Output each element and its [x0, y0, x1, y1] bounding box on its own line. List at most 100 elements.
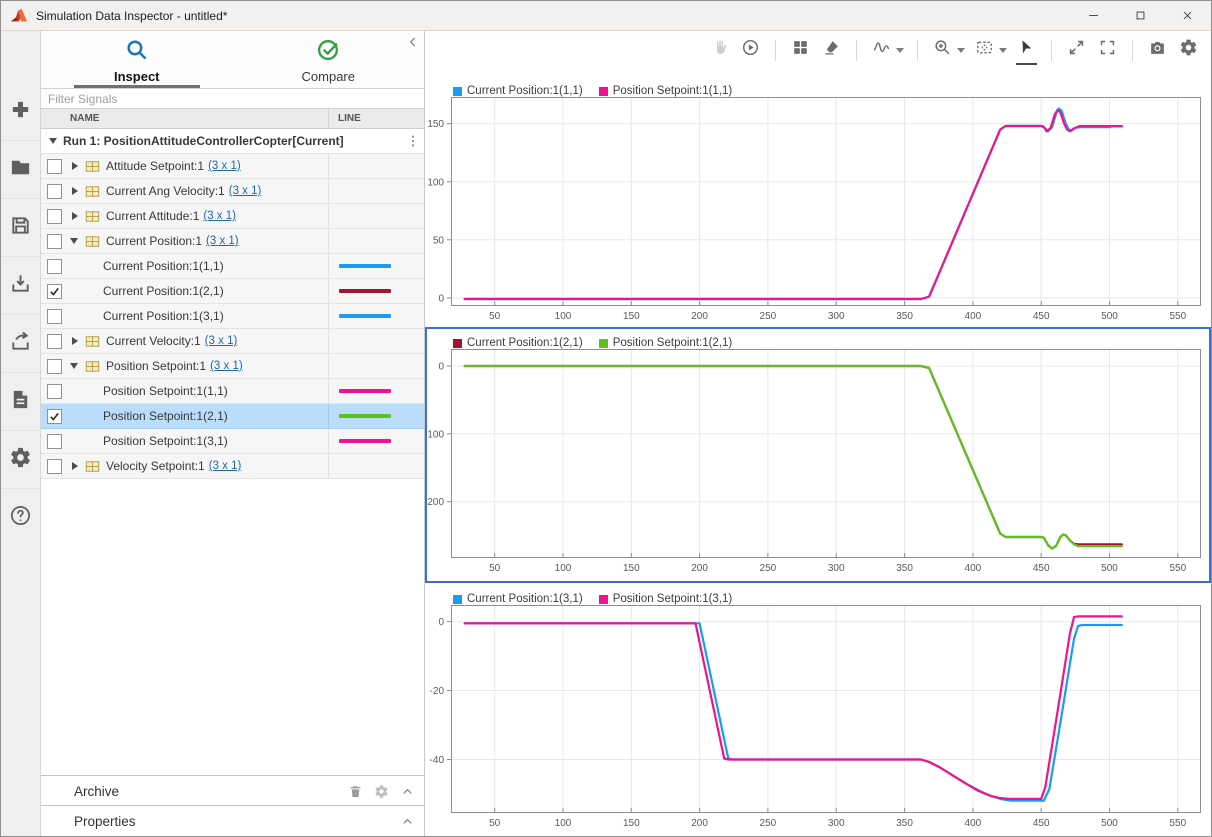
signal-checkbox[interactable] — [47, 259, 62, 274]
signal-tree-row[interactable]: Attitude Setpoint:1(3 x 1) — [41, 154, 424, 179]
signal-tree-row[interactable]: Position Setpoint:1(2,1) — [41, 404, 424, 429]
expand-arrow-icon[interactable] — [72, 187, 78, 195]
search-icon — [124, 37, 149, 67]
line-cell — [328, 429, 424, 453]
trash-icon[interactable] — [348, 784, 363, 799]
signal-checkbox[interactable] — [47, 434, 62, 449]
dimensions-link[interactable]: (3 x 1) — [229, 185, 262, 197]
tab-compare[interactable]: Compare — [233, 31, 425, 88]
layout-grid-button[interactable] — [788, 37, 813, 63]
import-icon — [9, 272, 32, 300]
subplot-2-selected[interactable]: Current Position:1(2,1)Position Setpoint… — [425, 327, 1211, 583]
collapse-arrow-icon[interactable] — [70, 238, 78, 244]
properties-bar[interactable]: Properties — [41, 805, 424, 836]
kebab-menu-icon[interactable] — [405, 133, 421, 149]
archive-bar[interactable]: Archive — [41, 775, 424, 806]
expand-arrow-icon[interactable] — [72, 462, 78, 470]
close-button[interactable] — [1164, 1, 1211, 30]
run-row[interactable]: Run 1: PositionAttitudeControllerCopter[… — [41, 129, 424, 154]
expand-arrow-icon[interactable] — [72, 212, 78, 220]
tab-inspect[interactable]: Inspect — [41, 31, 233, 88]
fit-view-button[interactable] — [972, 37, 997, 63]
signal-tree-row[interactable]: Position Setpoint:1 (3 x 1) — [41, 354, 424, 379]
zoom-in-button[interactable] — [930, 37, 955, 63]
preferences-button[interactable] — [1, 430, 40, 488]
signal-checkbox[interactable] — [47, 459, 62, 474]
chevron-up-icon[interactable] — [400, 784, 415, 799]
settings-gear-button[interactable] — [1176, 37, 1201, 63]
signal-checkbox[interactable] — [47, 334, 62, 349]
camera-button[interactable] — [1145, 37, 1170, 63]
gear-small-icon[interactable] — [374, 784, 389, 799]
report-button[interactable] — [1, 372, 40, 430]
cursor-arrow-button[interactable] — [1014, 37, 1039, 63]
expand-button[interactable] — [1064, 37, 1089, 63]
signal-checkbox[interactable] — [47, 234, 62, 249]
collapse-arrow-icon[interactable] — [49, 138, 57, 144]
signal-checkbox[interactable] — [47, 159, 62, 174]
dimensions-link[interactable]: (3 x 1) — [206, 235, 239, 247]
caret-down-icon[interactable] — [956, 37, 966, 63]
export-button[interactable] — [1, 314, 40, 372]
signal-tree-row[interactable]: Position Setpoint:1(1,1) — [41, 379, 424, 404]
save-button[interactable] — [1, 198, 40, 256]
chevron-up-icon[interactable] — [400, 814, 415, 829]
expand-arrow-icon[interactable] — [72, 337, 78, 345]
signal-checkbox[interactable] — [47, 409, 62, 424]
legend-label: Position Setpoint:1(1,1) — [613, 86, 733, 98]
fullscreen-icon — [1098, 38, 1117, 62]
signal-checkbox[interactable] — [47, 359, 62, 374]
signal-tree-row[interactable]: Current Attitude:1(3 x 1) — [41, 204, 424, 229]
signal-tree-row[interactable]: Current Velocity:1(3 x 1) — [41, 329, 424, 354]
line-cell — [328, 404, 424, 428]
signal-label: Position Setpoint:1(3,1) — [103, 434, 228, 448]
line-style-swatch — [339, 264, 391, 268]
folder-open-button[interactable] — [1, 140, 40, 198]
help-button[interactable] — [1, 488, 40, 546]
dimensions-link[interactable]: (3 x 1) — [203, 210, 236, 222]
replay-button[interactable] — [738, 37, 763, 63]
plot-canvas[interactable]: 501001502002503003504004505005500-100-20… — [425, 349, 1209, 579]
caret-down-icon[interactable] — [998, 37, 1008, 63]
minimize-button[interactable] — [1070, 1, 1117, 30]
eraser-button[interactable] — [819, 37, 844, 63]
row-name-cell: Current Ang Velocity:1(3 x 1) — [41, 179, 328, 203]
signal-checkbox[interactable] — [47, 184, 62, 199]
plus-button[interactable] — [1, 83, 40, 140]
signal-tree-row[interactable]: Current Ang Velocity:1(3 x 1) — [41, 179, 424, 204]
dimensions-link[interactable]: (3 x 1) — [205, 335, 238, 347]
collapse-arrow-icon[interactable] — [70, 363, 78, 369]
signal-tree-row[interactable]: Current Position:1(1,1) — [41, 254, 424, 279]
collapse-left-icon[interactable] — [405, 34, 421, 50]
signal-checkbox[interactable] — [47, 384, 62, 399]
signal-tree-row[interactable]: Current Position:1(3 x 1) — [41, 229, 424, 254]
fullscreen-button[interactable] — [1095, 37, 1120, 63]
dimensions-link[interactable]: (3 x 1) — [210, 360, 243, 372]
line-style-swatch — [339, 289, 391, 293]
row-name-cell: Current Position:1(3,1) — [41, 304, 328, 328]
dimensions-link[interactable]: (3 x 1) — [209, 460, 242, 472]
legend-entry: Position Setpoint:1(1,1) — [599, 86, 733, 98]
filter-signals-input[interactable] — [41, 88, 424, 109]
signal-tree-row[interactable]: Current Position:1(3,1) — [41, 304, 424, 329]
signal-checkbox[interactable] — [47, 209, 62, 224]
subplot-3[interactable]: Current Position:1(3,1)Position Setpoint… — [425, 583, 1211, 834]
save-icon — [9, 214, 32, 242]
signal-tree-row[interactable]: Current Position:1(2,1) — [41, 279, 424, 304]
expand-arrow-icon[interactable] — [72, 162, 78, 170]
signal-checkbox[interactable] — [47, 309, 62, 324]
signal-wave-button[interactable] — [869, 37, 894, 63]
signal-group-label: Position Setpoint:1 — [106, 359, 206, 373]
signal-tree-row[interactable]: Position Setpoint:1(3,1) — [41, 429, 424, 454]
import-button[interactable] — [1, 256, 40, 314]
signal-tree-row[interactable]: Velocity Setpoint:1(3 x 1) — [41, 454, 424, 479]
subplot-1[interactable]: Current Position:1(1,1)Position Setpoint… — [425, 75, 1211, 327]
caret-down-icon[interactable] — [895, 37, 905, 63]
archive-label: Archive — [74, 784, 119, 799]
dimensions-link[interactable]: (3 x 1) — [208, 160, 241, 172]
plot-canvas[interactable]: 5010015020025030035040045050055005010015… — [425, 97, 1209, 327]
line-cell — [328, 154, 424, 178]
plot-canvas[interactable]: 501001502002503003504004505005500-20-40 — [425, 605, 1209, 834]
maximize-button[interactable] — [1117, 1, 1164, 30]
signal-checkbox[interactable] — [47, 284, 62, 299]
